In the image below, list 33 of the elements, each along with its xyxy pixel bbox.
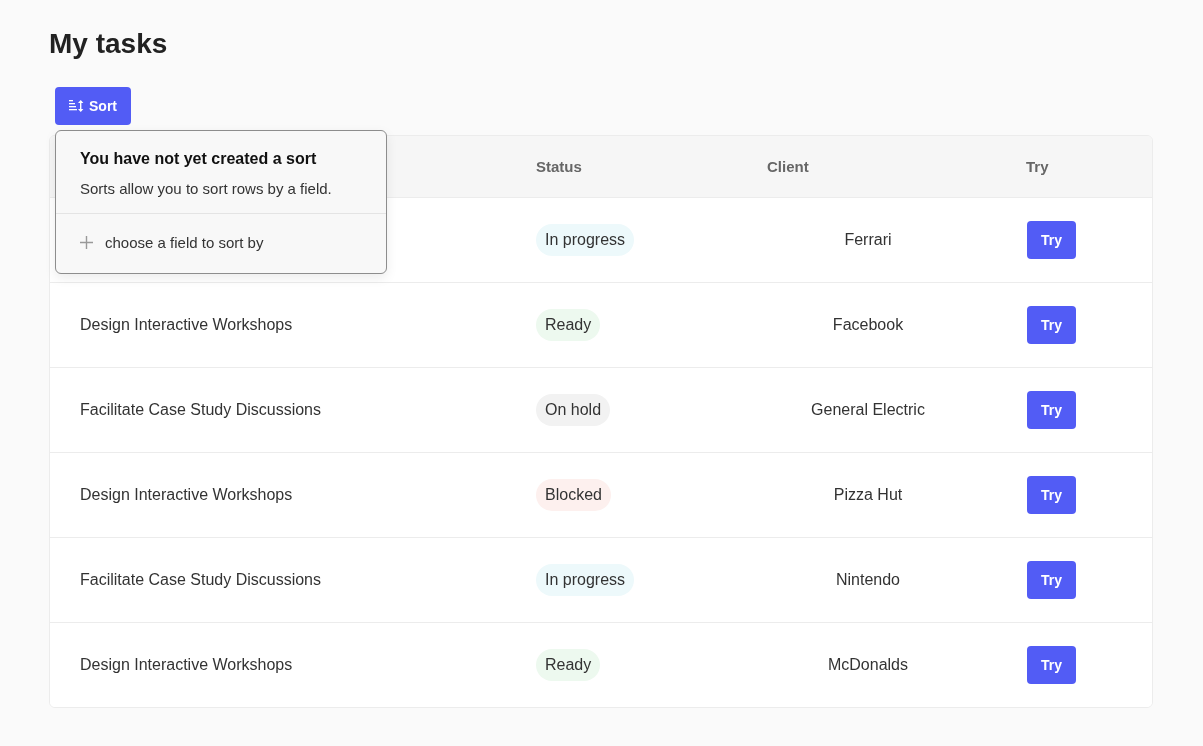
column-header: Try — [1026, 158, 1050, 175]
task-name: Facilitate Case Study Discussions — [79, 571, 322, 589]
column-header: Client — [767, 158, 810, 175]
client-name: General Electric — [810, 401, 926, 419]
status-tag: Ready — [536, 309, 601, 341]
add-sort-field-button[interactable]: choose a field to sort by — [56, 214, 386, 273]
task-name: Design Interactive Workshops — [79, 656, 294, 674]
try-button[interactable]: Try — [1027, 561, 1076, 599]
try-button[interactable]: Try — [1027, 306, 1076, 344]
task-name: Design Interactive Workshops — [79, 486, 294, 504]
status-tag: Ready — [536, 649, 601, 681]
client-name: McDonalds — [827, 656, 909, 674]
status-tag: In progress — [536, 564, 635, 596]
task-name: Facilitate Case Study Discussions — [79, 401, 322, 419]
popover-heading: You have not yet created a sort — [80, 150, 318, 168]
client-name: Facebook — [831, 316, 905, 334]
try-button[interactable]: Try — [1027, 391, 1076, 429]
try-button[interactable]: Try — [1027, 646, 1076, 684]
try-button[interactable]: Try — [1027, 221, 1076, 259]
sort-icon — [69, 100, 85, 112]
client-name: Pizza Hut — [832, 486, 904, 504]
sort-button[interactable]: Sort — [55, 87, 131, 125]
status-tag: Blocked — [536, 479, 611, 511]
plus-icon — [80, 236, 93, 249]
try-button[interactable]: Try — [1027, 476, 1076, 514]
client-name: Ferrari — [843, 231, 893, 249]
status-tag: In progress — [536, 224, 635, 256]
task-name: Design Interactive Workshops — [79, 316, 294, 334]
popover-description: Sorts allow you to sort rows by a field. — [80, 180, 333, 197]
status-tag: On hold — [536, 394, 611, 426]
client-name: Nintendo — [834, 571, 901, 589]
column-header: Status — [536, 158, 583, 175]
page-title: My tasks — [49, 27, 169, 61]
